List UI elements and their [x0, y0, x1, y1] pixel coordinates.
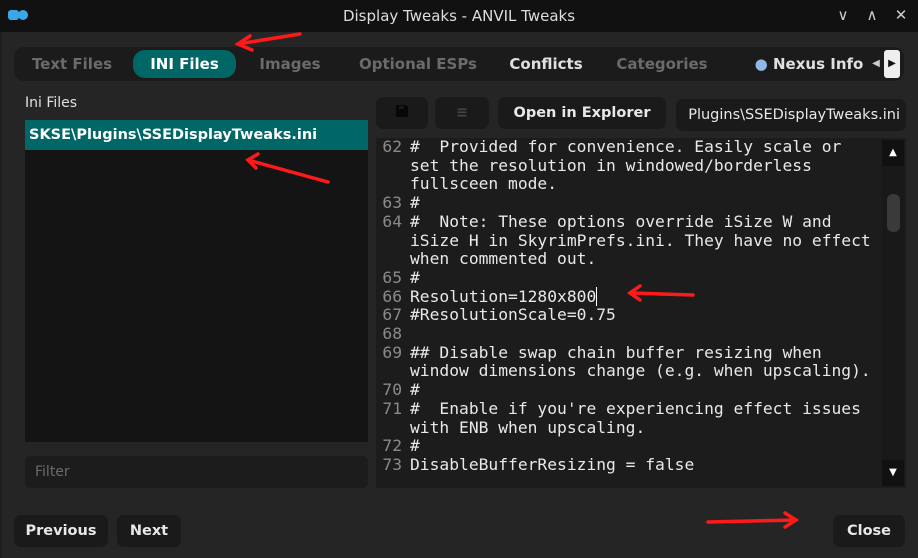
tab-bar: Text Files INI Files Images Optional ESP…	[14, 47, 904, 81]
word-wrap-button[interactable]: ≡	[435, 97, 489, 129]
line-number: 67	[382, 305, 402, 325]
line-number: 63	[382, 193, 402, 213]
code-line: 72 #	[376, 437, 872, 456]
code-line: 67 #ResolutionScale=0.75	[376, 306, 872, 325]
text-cursor	[596, 286, 598, 306]
line-text: # Enable if you're experiencing effect i…	[410, 398, 871, 437]
tab-nexus-info-label: Nexus Info	[773, 55, 864, 73]
tab-categories[interactable]: Categories	[610, 50, 714, 78]
line-number: 72	[382, 436, 402, 456]
line-text: Resolution=1280x800	[410, 286, 598, 306]
line-number: 68	[382, 324, 402, 344]
tab-ini-files[interactable]: INI Files	[133, 50, 236, 78]
scroll-up-icon[interactable]: ▲	[882, 140, 904, 166]
minimize-button[interactable]: ∨	[833, 6, 853, 24]
close-window-button[interactable]: ✕	[891, 6, 911, 24]
tab-scroll-left-icon[interactable]: ◀	[870, 50, 882, 78]
next-button[interactable]: Next	[117, 515, 181, 547]
code-line: 69 ## Disable swap chain buffer resizing …	[376, 342, 872, 381]
line-text: # Provided for convenience. Easily scale…	[410, 138, 852, 194]
code-line: 64 # Note: These options override iSize W…	[376, 211, 881, 269]
line-number: 64	[382, 211, 402, 231]
code-line: 66 Resolution=1280x800	[376, 286, 872, 307]
tab-nexus-info[interactable]: ● Nexus Info	[749, 50, 869, 78]
code-line: 71 # Enable if you're experiencing effect…	[376, 398, 872, 437]
tab-conflicts[interactable]: Conflicts	[504, 50, 588, 78]
globe-icon: ●	[754, 55, 768, 73]
code-line: 63 #	[376, 193, 872, 213]
ini-files-label: Ini Files	[25, 95, 78, 111]
editor-scrollbar[interactable]: ▲ ▼	[882, 140, 904, 486]
line-text: #	[410, 267, 420, 287]
line-number: 73	[382, 454, 402, 474]
code-line: 70 #	[376, 380, 872, 400]
line-number: 66	[382, 286, 402, 306]
tab-scroll-right-icon[interactable]: ▶	[884, 50, 900, 78]
close-button[interactable]: Close	[833, 515, 905, 547]
list-item[interactable]: SKSE\Plugins\SSEDisplayTweaks.ini	[25, 120, 368, 150]
code-editor[interactable]: 62 # Provided for convenience. Easily sca…	[376, 138, 906, 488]
line-text: #	[410, 193, 420, 213]
title-bar: Display Tweaks - ANVIL Tweaks ∨ ∧ ✕	[0, 0, 918, 32]
line-text: #ResolutionScale=0.75	[410, 305, 616, 325]
tab-images[interactable]: Images	[250, 50, 330, 78]
file-path-field[interactable]: Plugins\SSEDisplayTweaks.ini	[676, 99, 906, 131]
line-text: DisableBufferResizing = false	[410, 454, 695, 474]
wrap-icon: ≡	[455, 105, 469, 121]
filter-input[interactable]	[25, 456, 368, 488]
line-text: ## Disable swap chain buffer resizing wh…	[410, 342, 871, 381]
tab-optional-esps[interactable]: Optional ESPs	[354, 50, 482, 78]
previous-button[interactable]: Previous	[14, 515, 108, 547]
line-number: 62	[382, 138, 402, 156]
window-title: Display Tweaks - ANVIL Tweaks	[342, 7, 576, 25]
line-number: 69	[382, 342, 402, 362]
line-number: 71	[382, 398, 402, 418]
save-icon	[396, 105, 408, 117]
line-text: #	[410, 380, 420, 400]
scrollbar-thumb[interactable]	[887, 194, 900, 232]
line-number: 70	[382, 380, 402, 400]
line-text: # Note: These options override iSize W a…	[410, 211, 881, 269]
ini-file-list: SKSE\Plugins\SSEDisplayTweaks.ini	[25, 120, 368, 442]
code-line: 68	[376, 324, 872, 344]
tab-text-files[interactable]: Text Files	[22, 50, 122, 78]
app-logo-icon	[8, 10, 28, 20]
maximize-button[interactable]: ∧	[862, 6, 882, 24]
open-in-explorer-button[interactable]: Open in Explorer	[498, 97, 666, 129]
code-line: 73 DisableBufferResizing = false	[376, 454, 872, 475]
save-button[interactable]	[376, 97, 428, 129]
code-line: 65 #	[376, 267, 872, 288]
scroll-down-icon[interactable]: ▼	[882, 460, 904, 486]
line-text	[410, 325, 872, 344]
line-text: #	[410, 436, 420, 456]
line-number: 65	[382, 267, 402, 287]
code-line: 62 # Provided for convenience. Easily sca…	[376, 138, 872, 194]
